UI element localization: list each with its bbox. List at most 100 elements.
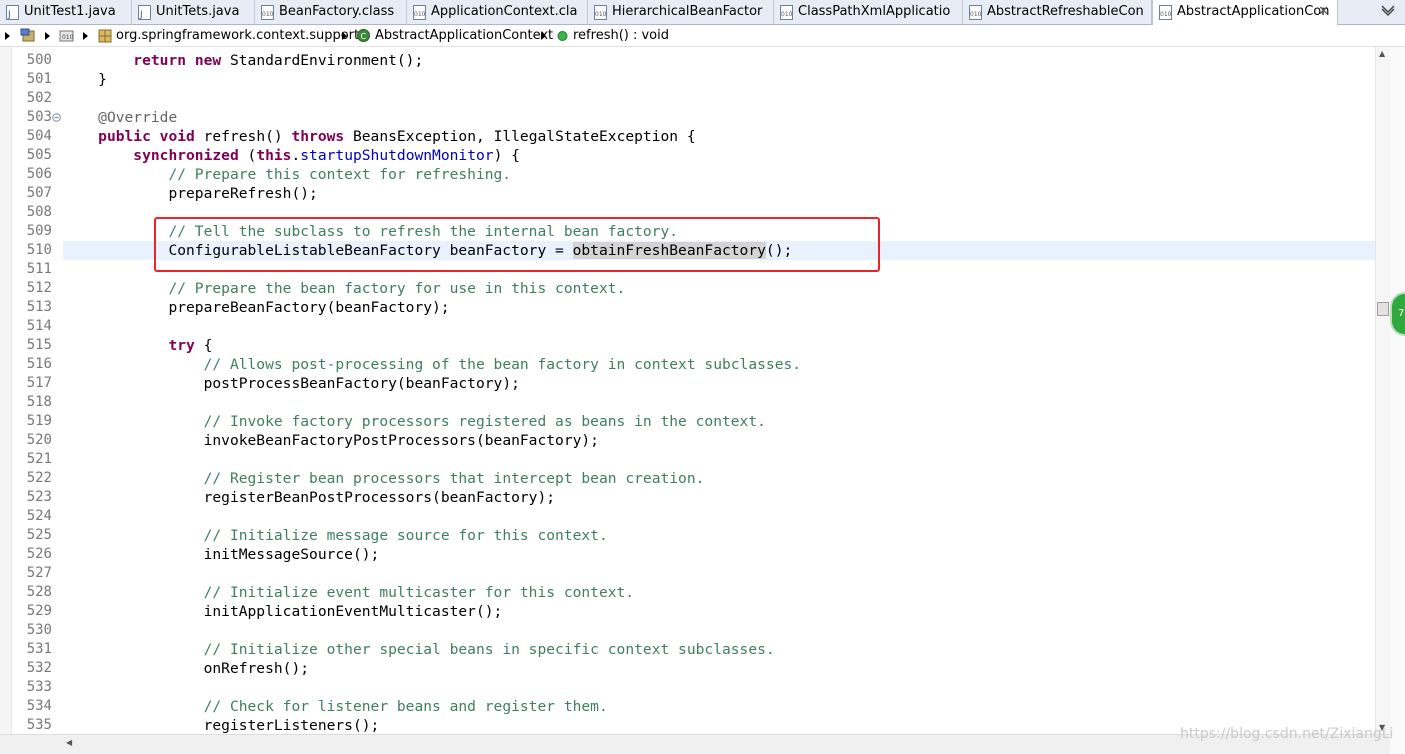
- line-number: 531: [26, 641, 52, 657]
- keyword: new: [194, 52, 222, 69]
- code-text: ) {: [493, 147, 520, 164]
- code-text: (: [238, 147, 257, 164]
- line-number: 513: [26, 299, 52, 315]
- annotation: @Override: [98, 109, 178, 126]
- svg-text:010: 010: [62, 34, 74, 41]
- breadcrumb-method[interactable]: refresh() : void: [573, 25, 669, 46]
- code-line: prepareRefresh();: [63, 184, 1390, 203]
- code-line: initApplicationEventMulticaster();: [63, 602, 1390, 621]
- tab-unittets[interactable]: J UnitTets.java: [132, 0, 255, 25]
- tab-list-menu-icon[interactable]: [1379, 3, 1397, 21]
- code-line: // Allows post-processing of the bean fa…: [63, 355, 1390, 374]
- chevron-right-icon[interactable]: [341, 31, 349, 41]
- line-number: 508: [26, 204, 52, 220]
- svg-text:010: 010: [262, 11, 274, 18]
- line-number: 501: [26, 71, 52, 87]
- vertical-scrollbar[interactable]: ▲ ▼: [1375, 47, 1390, 734]
- tab-classpathxmlapplication[interactable]: 010 ClassPathXmlApplicatio: [774, 0, 963, 25]
- code-comment: // Prepare this context for refreshing.: [168, 166, 512, 183]
- collapse-fold-icon[interactable]: [52, 113, 61, 122]
- java-file-icon: J: [138, 5, 151, 20]
- highlighted-method-call[interactable]: obtainFreshBeanFactory: [572, 242, 766, 259]
- tab-hierarchicalbeanfactory[interactable]: 010 HierarchicalBeanFactor: [588, 0, 774, 25]
- close-tab-icon[interactable]: ✕: [1318, 0, 1329, 24]
- tab-abstractapplicationcontext[interactable]: 010 AbstractApplicationCon ✕: [1152, 0, 1338, 26]
- code-comment: // Register bean processors that interce…: [203, 470, 705, 487]
- code-line: // Initialize message source for this co…: [63, 526, 1390, 545]
- keyword: public: [98, 128, 151, 145]
- code-line: registerBeanPostProcessors(beanFactory);: [63, 488, 1390, 507]
- code-line: // Invoke factory processors registered …: [63, 412, 1390, 431]
- code-text-area[interactable]: return new StandardEnvironment(); } @Ove…: [63, 51, 1390, 734]
- code-text: initMessageSource();: [203, 546, 380, 563]
- class-file-icon: 010: [1159, 5, 1172, 20]
- line-number: 524: [26, 508, 52, 524]
- chevron-right-icon[interactable]: [540, 31, 548, 41]
- line-number: 514: [26, 318, 52, 334]
- tab-label: HierarchicalBeanFactor: [612, 4, 763, 19]
- code-text: ConfigurableListableBeanFactory beanFact…: [168, 242, 573, 259]
- code-comment: // Allows post-processing of the bean fa…: [203, 356, 802, 373]
- svg-text:010: 010: [970, 11, 982, 18]
- code-editor[interactable]: 500 501 502 503 504 505 506 507 508 509 …: [0, 47, 1390, 734]
- keyword: try: [168, 337, 195, 354]
- svg-text:010: 010: [781, 11, 793, 18]
- tab-label: AbstractRefreshableCon: [987, 4, 1144, 19]
- tab-beanfactory[interactable]: 010 BeanFactory.class: [255, 0, 407, 25]
- svg-text:010: 010: [595, 11, 607, 18]
- class-icon: C: [357, 29, 370, 42]
- scroll-left-icon[interactable]: ◀: [66, 738, 72, 747]
- keyword: synchronized: [133, 147, 239, 164]
- tab-unittest1[interactable]: J UnitTest1.java: [0, 0, 132, 25]
- method-icon: [557, 31, 568, 41]
- line-number: 515: [26, 337, 52, 353]
- java-file-icon: J: [6, 5, 19, 20]
- project-jar-icon[interactable]: [20, 28, 38, 44]
- code-text: registerListeners();: [203, 717, 380, 734]
- code-text: StandardEnvironment();: [221, 52, 424, 69]
- code-line: // Register bean processors that interce…: [63, 469, 1390, 488]
- breadcrumb-class[interactable]: AbstractApplicationContext: [375, 25, 553, 46]
- line-number: 511: [26, 261, 52, 277]
- field-reference: startupShutdownMonitor: [300, 147, 494, 164]
- code-line: synchronized (this.startupShutdownMonito…: [63, 146, 1390, 165]
- class-file-icon: 010: [413, 5, 426, 20]
- code-text: initApplicationEventMulticaster();: [203, 603, 503, 620]
- annotation-gutter[interactable]: [0, 47, 12, 734]
- line-number: 535: [26, 717, 52, 733]
- line-number: 516: [26, 356, 52, 372]
- code-text: BeansException, IllegalStateException {: [344, 128, 696, 145]
- code-line: // Prepare the bean factory for use in t…: [63, 279, 1390, 298]
- editor-tab-bar: J UnitTest1.java J UnitTets.java 010 Bea…: [0, 0, 1405, 26]
- chevron-right-icon[interactable]: [82, 31, 90, 41]
- scrollbar-thumb[interactable]: [1377, 302, 1389, 316]
- scroll-up-icon[interactable]: ▲: [1379, 49, 1385, 58]
- keyword: void: [159, 128, 195, 145]
- class-folder-icon[interactable]: 010: [58, 28, 76, 44]
- svg-text:J: J: [139, 10, 143, 20]
- code-line: // Tell the subclass to refresh the inte…: [63, 222, 1390, 241]
- code-comment: // Check for listener beans and register…: [203, 698, 608, 715]
- chevron-right-icon[interactable]: [44, 31, 52, 41]
- code-line: return new StandardEnvironment();: [63, 51, 1390, 70]
- tab-abstractrefreshable[interactable]: 010 AbstractRefreshableCon: [963, 0, 1152, 25]
- line-number: 527: [26, 565, 52, 581]
- overview-ruler[interactable]: [1390, 47, 1405, 754]
- tab-applicationcontext[interactable]: 010 ApplicationContext.cla: [407, 0, 588, 25]
- breadcrumb-package[interactable]: org.springframework.context.support: [116, 25, 359, 46]
- code-line: @Override: [63, 108, 1390, 127]
- code-line: onRefresh();: [63, 659, 1390, 678]
- line-number: 529: [26, 603, 52, 619]
- chevron-right-icon[interactable]: [4, 31, 12, 41]
- status-badge[interactable]: 74: [1390, 292, 1405, 336]
- code-line: // Initialize event multicaster for this…: [63, 583, 1390, 602]
- line-number-ruler: 500 501 502 503 504 505 506 507 508 509 …: [12, 51, 52, 734]
- code-text: onRefresh();: [203, 660, 310, 677]
- line-number: 528: [26, 584, 52, 600]
- code-line: }: [63, 70, 1390, 89]
